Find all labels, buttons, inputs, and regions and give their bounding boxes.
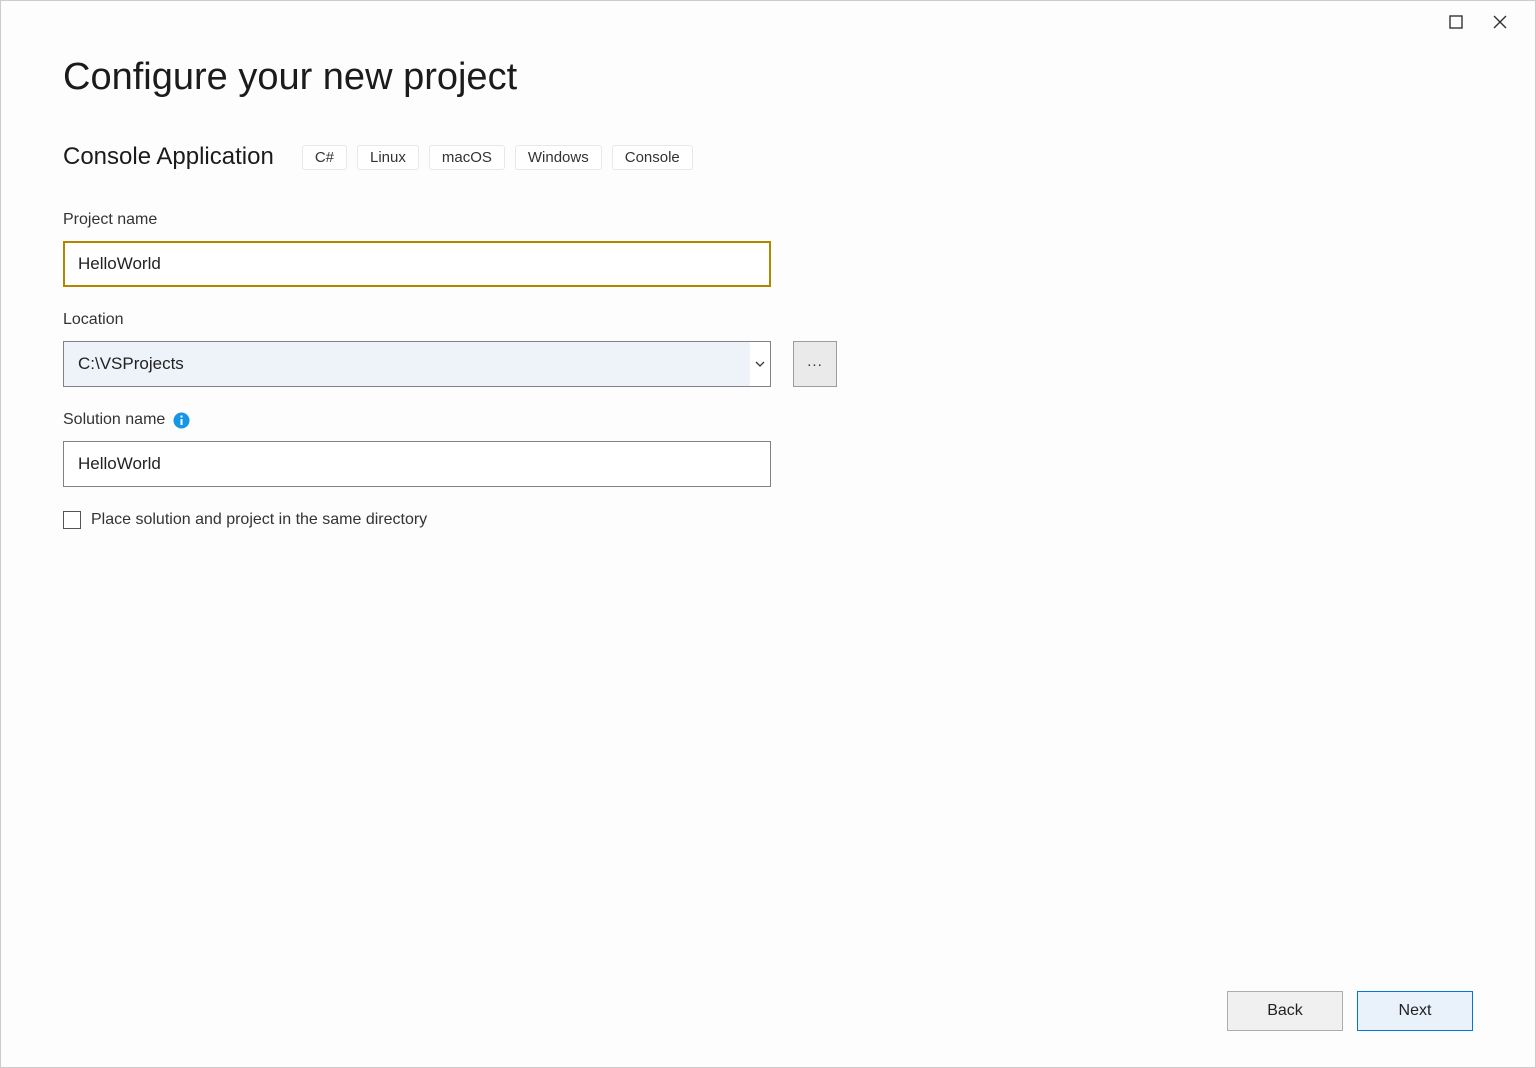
template-row: Console Application C# Linux macOS Windo… (63, 143, 1473, 171)
solution-name-label: Solution name (63, 411, 165, 429)
solution-name-input[interactable] (63, 441, 771, 487)
next-button[interactable]: Next (1357, 991, 1473, 1031)
location-label: Location (63, 311, 1473, 329)
project-name-label: Project name (63, 211, 1473, 229)
location-combobox[interactable]: C:\VSProjects (63, 341, 771, 387)
tag-platform-linux: Linux (357, 145, 419, 170)
back-button[interactable]: Back (1227, 991, 1343, 1031)
tag-platform-windows: Windows (515, 145, 602, 170)
chevron-down-icon[interactable] (750, 342, 770, 386)
info-icon[interactable] (173, 412, 190, 429)
page-title: Configure your new project (63, 56, 1473, 99)
tag-list: C# Linux macOS Windows Console (302, 145, 693, 170)
project-name-input[interactable] (63, 241, 771, 287)
close-button[interactable] (1491, 13, 1509, 31)
tag-language: C# (302, 145, 347, 170)
same-directory-checkbox[interactable] (63, 511, 81, 529)
browse-location-button[interactable]: ... (793, 341, 837, 387)
template-name: Console Application (63, 143, 274, 171)
maximize-button[interactable] (1447, 13, 1465, 31)
same-directory-label: Place solution and project in the same d… (91, 511, 427, 529)
location-value: C:\VSProjects (64, 354, 750, 374)
tag-project-type: Console (612, 145, 693, 170)
tag-platform-macos: macOS (429, 145, 505, 170)
